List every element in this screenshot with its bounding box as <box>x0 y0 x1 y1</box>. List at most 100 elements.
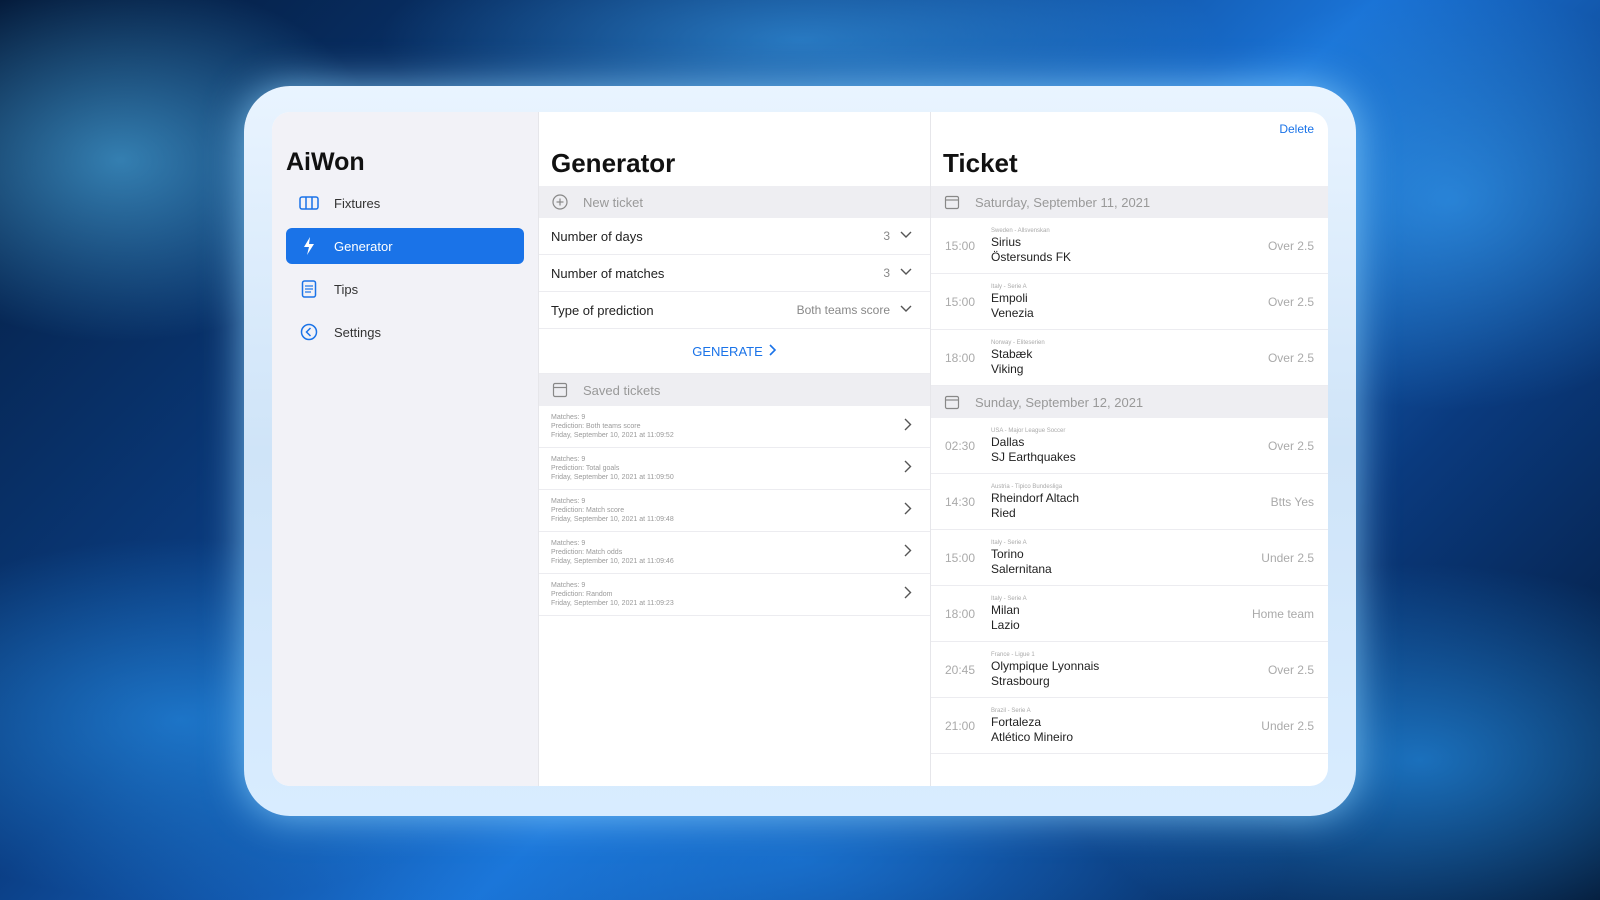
generate-label: GENERATE <box>692 343 763 359</box>
new-ticket-header: New ticket <box>539 186 930 218</box>
sidebar-item-fixtures[interactable]: Fixtures <box>286 185 524 221</box>
away-team: Salernitana <box>991 561 1052 576</box>
chevron-right-icon <box>904 502 912 520</box>
match-prediction: Under 2.5 <box>1261 550 1314 565</box>
days-label: Number of days <box>551 228 643 244</box>
sidebar-item-tips[interactable]: Tips <box>286 271 524 307</box>
match-prediction: Home team <box>1251 606 1314 621</box>
saved-ticket-row[interactable]: Matches: 9 Prediction: Match odds Friday… <box>539 532 930 574</box>
prediction-type-value: Both teams score <box>796 303 890 317</box>
match-prediction: Over 2.5 <box>1267 238 1314 253</box>
sidebar-item-label: Tips <box>334 281 359 297</box>
fixtures-icon <box>298 194 320 212</box>
match-row[interactable]: 15:00 Sweden - Allsvenskan Sirius Östers… <box>931 218 1328 274</box>
away-team: Ried <box>991 505 1016 520</box>
archive-icon <box>551 381 569 399</box>
app-title: AiWon <box>286 148 365 176</box>
away-team: SJ Earthquakes <box>991 449 1076 464</box>
match-time: 20:45 <box>945 662 976 677</box>
delete-button[interactable]: Delete <box>1279 122 1314 136</box>
home-team: Dallas <box>991 434 1025 449</box>
matches-select[interactable]: Number of matches 3 <box>539 255 930 292</box>
match-prediction: Over 2.5 <box>1267 438 1314 453</box>
saved-tickets-label: Saved tickets <box>583 382 661 398</box>
match-prediction: Under 2.5 <box>1261 718 1314 733</box>
days-value: 3 <box>883 229 890 243</box>
saved-ticket-info: Matches: 9 Prediction: Random Friday, Se… <box>551 581 904 608</box>
away-team: Strasbourg <box>991 673 1050 688</box>
match-league: Italy - Serie A <box>991 539 1027 546</box>
match-league: Brazil - Serie A <box>991 707 1031 714</box>
match-row[interactable]: 14:30 Austria - Tipico Bundesliga Rheind… <box>931 474 1328 530</box>
matches-value: 3 <box>883 266 890 280</box>
ticket-panel: Delete Ticket Saturday, September 11, 20… <box>930 112 1328 786</box>
match-row[interactable]: 02:30 USA - Major League Soccer Dallas S… <box>931 418 1328 474</box>
match-row[interactable]: 18:00 Italy - Serie A Milan Lazio Home t… <box>931 586 1328 642</box>
saved-ticket-info: Matches: 9 Prediction: Match odds Friday… <box>551 539 904 566</box>
saved-ticket-prediction: Prediction: Match odds <box>551 549 623 556</box>
saved-ticket-matches: Matches: 9 <box>551 456 586 463</box>
match-time: 21:00 <box>945 718 976 733</box>
chevron-right-icon <box>769 343 777 359</box>
sidebar-item-generator[interactable]: Generator <box>286 228 524 264</box>
match-row[interactable]: 15:00 Italy - Serie A Empoli Venezia Ove… <box>931 274 1328 330</box>
match-prediction: Btts Yes <box>1270 494 1314 509</box>
saved-ticket-info: Matches: 9 Prediction: Both teams score … <box>551 413 904 440</box>
saved-ticket-prediction: Prediction: Both teams score <box>551 423 641 430</box>
away-team: Lazio <box>991 617 1020 632</box>
saved-ticket-prediction: Prediction: Random <box>551 591 613 598</box>
saved-ticket-matches: Matches: 9 <box>551 582 586 589</box>
match-league: USA - Major League Soccer <box>991 427 1066 434</box>
calendar-icon <box>943 393 961 411</box>
sidebar-item-label: Fixtures <box>334 195 381 211</box>
saved-ticket-row[interactable]: Matches: 9 Prediction: Total goals Frida… <box>539 448 930 490</box>
saved-ticket-row[interactable]: Matches: 9 Prediction: Match score Frida… <box>539 490 930 532</box>
prediction-type-select[interactable]: Type of prediction Both teams score <box>539 292 930 329</box>
saved-ticket-info: Matches: 9 Prediction: Match score Frida… <box>551 497 904 524</box>
match-row[interactable]: 18:00 Norway - Eliteserien Stabæk Viking… <box>931 330 1328 386</box>
generator-panel: Generator New ticket Number of days 3 Nu… <box>538 112 930 786</box>
match-time: 15:00 <box>945 294 976 309</box>
new-ticket-label: New ticket <box>583 194 643 210</box>
home-team: Sirius <box>991 234 1022 249</box>
home-team: Empoli <box>991 290 1028 305</box>
away-team: Östersunds FK <box>991 249 1072 264</box>
match-info: France - Ligue 1 Olympique Lyonnais Stra… <box>991 651 1268 689</box>
match-league: France - Ligue 1 <box>991 651 1035 658</box>
days-select[interactable]: Number of days 3 <box>539 218 930 255</box>
match-prediction: Over 2.5 <box>1267 294 1314 309</box>
home-team: Olympique Lyonnais <box>991 658 1100 673</box>
match-row[interactable]: 15:00 Italy - Serie A Torino Salernitana… <box>931 530 1328 586</box>
saved-tickets-header: Saved tickets <box>539 374 930 406</box>
home-team: Fortaleza <box>991 714 1042 729</box>
saved-ticket-prediction: Prediction: Match score <box>551 507 625 514</box>
generate-button[interactable]: GENERATE <box>539 329 930 374</box>
date-header: Sunday, September 12, 2021 <box>931 386 1328 418</box>
home-team: Torino <box>991 546 1024 561</box>
app-window: AiWon Fixtures Generator Tips Settings G… <box>272 112 1328 786</box>
matches-label: Number of matches <box>551 265 665 281</box>
match-row[interactable]: 20:45 France - Ligue 1 Olympique Lyonnai… <box>931 642 1328 698</box>
chevron-right-icon <box>904 460 912 478</box>
match-time: 15:00 <box>945 550 976 565</box>
match-info: Sweden - Allsvenskan Sirius Östersunds F… <box>991 227 1268 265</box>
saved-ticket-row[interactable]: Matches: 9 Prediction: Random Friday, Se… <box>539 574 930 616</box>
home-team: Milan <box>991 602 1020 617</box>
sidebar-item-settings[interactable]: Settings <box>286 314 524 350</box>
match-row[interactable]: 21:00 Brazil - Serie A Fortaleza Atlétic… <box>931 698 1328 754</box>
saved-ticket-matches: Matches: 9 <box>551 414 586 421</box>
match-league: Italy - Serie A <box>991 595 1027 602</box>
saved-ticket-row[interactable]: Matches: 9 Prediction: Both teams score … <box>539 406 930 448</box>
home-team: Rheindorf Altach <box>991 490 1080 505</box>
match-league: Austria - Tipico Bundesliga <box>991 483 1063 490</box>
match-info: Brazil - Serie A Fortaleza Atlético Mine… <box>991 707 1261 745</box>
saved-ticket-info: Matches: 9 Prediction: Total goals Frida… <box>551 455 904 482</box>
chevron-down-icon <box>900 304 912 316</box>
chevron-down-icon <box>900 267 912 279</box>
chevron-right-icon <box>904 418 912 436</box>
sidebar: AiWon Fixtures Generator Tips Settings <box>272 112 538 786</box>
away-team: Venezia <box>991 305 1034 320</box>
sidebar-item-label: Generator <box>334 238 393 254</box>
sidebar-item-label: Settings <box>334 324 381 340</box>
plus-circle-icon <box>551 193 569 211</box>
